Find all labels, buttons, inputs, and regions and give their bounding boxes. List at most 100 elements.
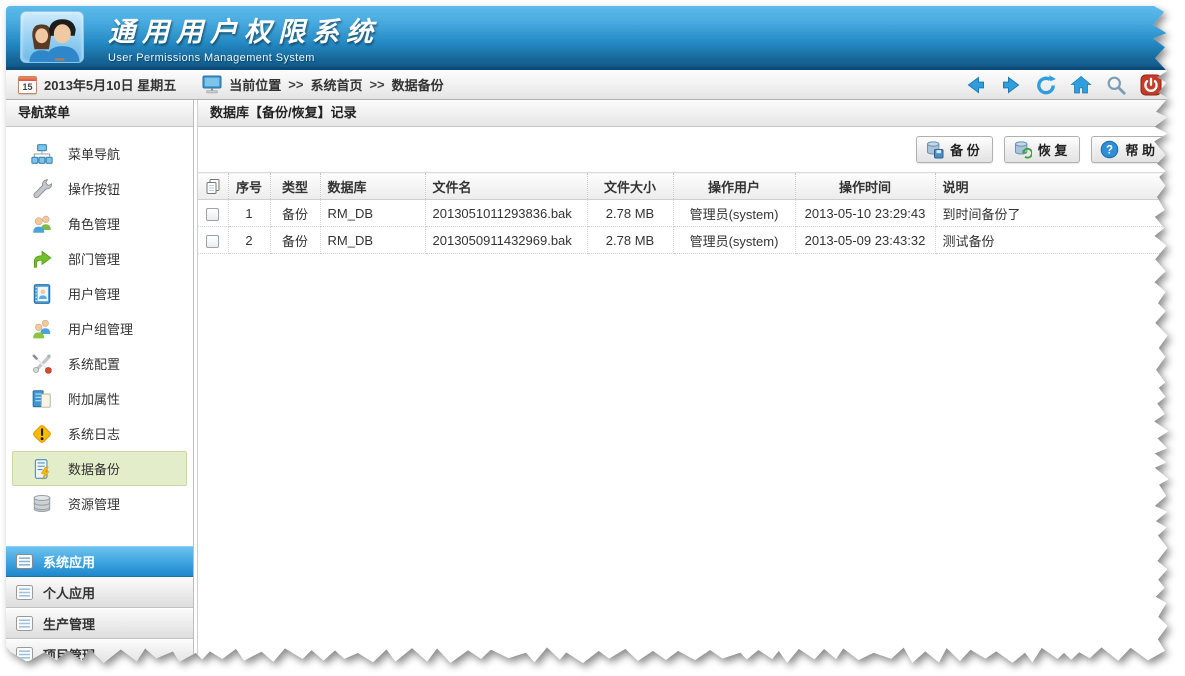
cell-filesize: 2.78 MB [587, 227, 673, 254]
backup-button-label: 备 份 [950, 140, 980, 159]
backup-db-icon [925, 140, 944, 159]
row-checkbox[interactable] [206, 235, 219, 248]
breadcrumb-separator: >> [288, 77, 303, 92]
back-icon[interactable] [965, 74, 987, 96]
nav-icon-group [965, 74, 1166, 96]
list-panel-icon [16, 647, 33, 662]
col-header-user[interactable]: 操作用户 [673, 173, 795, 200]
sidebar-title: 导航菜单 [6, 100, 193, 127]
cell-note: 到时间备份了 [935, 200, 1176, 227]
help-icon: ? [1100, 140, 1119, 159]
list-panel-icon [16, 585, 33, 600]
sidebar-item-additional-attributes[interactable]: 附加属性 [12, 381, 187, 416]
attributes-icon [31, 388, 53, 410]
sidebar: 导航菜单 菜单导航 [6, 100, 194, 670]
cell-database: RM_DB [320, 227, 425, 254]
app-subtitle: User Permissions Management System [108, 52, 380, 64]
wrench-icon [31, 178, 53, 200]
current-date: 2013年5月10日 星期五 [44, 75, 176, 94]
sidebar-item-label: 附加属性 [68, 389, 120, 408]
database-icon [31, 493, 53, 515]
accordion-section-label: 项目管理 [43, 645, 95, 664]
restore-button[interactable]: 恢 复 [1004, 136, 1081, 163]
breadcrumb-item-home[interactable]: 系统首页 [310, 75, 362, 94]
accordion-section-system-apps[interactable]: 系统应用 [6, 546, 193, 577]
sidebar-item-label: 系统日志 [68, 424, 120, 443]
cell-note: 测试备份 [935, 227, 1176, 254]
refresh-icon[interactable] [1035, 74, 1057, 96]
tools-icon [31, 353, 53, 375]
accordion-section-label: 生产管理 [43, 614, 95, 633]
sidebar-item-role-management[interactable]: 角色管理 [12, 206, 187, 241]
backup-records-table: 序号 类型 数据库 文件名 文件大小 操作用户 操作时间 说明 1 备份 [198, 172, 1176, 254]
col-header-filename[interactable]: 文件名 [425, 173, 587, 200]
row-checkbox[interactable] [206, 208, 219, 221]
cell-no: 2 [228, 227, 270, 254]
col-header-note[interactable]: 说明 [935, 173, 1176, 200]
cell-time: 2013-05-10 23:29:43 [795, 200, 935, 227]
svg-text:?: ? [1106, 145, 1113, 157]
two-users-logo-icon [20, 11, 84, 63]
list-panel-icon [16, 554, 33, 569]
sidebar-item-system-configuration[interactable]: 系统配置 [12, 346, 187, 381]
breadcrumb-item-current: 数据备份 [392, 75, 444, 94]
calendar-icon: 15 [18, 76, 37, 94]
sitemap-icon [31, 143, 53, 165]
breadcrumb-label: 当前位置 [229, 75, 281, 94]
accordion-section-personal-apps[interactable]: 个人应用 [6, 577, 193, 608]
cell-database: RM_DB [320, 200, 425, 227]
warning-icon [31, 423, 53, 445]
forward-icon[interactable] [1000, 74, 1022, 96]
main-content: 数据库【备份/恢复】记录 备 份 [197, 100, 1176, 670]
sidebar-item-label: 系统配置 [68, 354, 120, 373]
user-book-icon [31, 283, 53, 305]
department-arrow-icon [31, 248, 53, 270]
toolbar: 备 份 恢 复 [198, 127, 1176, 172]
col-header-no[interactable]: 序号 [228, 173, 270, 200]
cell-no: 1 [228, 200, 270, 227]
sidebar-item-operation-buttons[interactable]: 操作按钮 [12, 171, 187, 206]
sidebar-item-data-backup[interactable]: 数据备份 [12, 451, 187, 486]
backup-icon [31, 458, 53, 480]
sidebar-item-resource-management[interactable]: 资源管理 [12, 486, 187, 521]
accordion-section-project-management[interactable]: 项目管理 [6, 639, 193, 670]
accordion-section-label: 系统应用 [43, 552, 95, 571]
col-header-time[interactable]: 操作时间 [795, 173, 935, 200]
app-header: 通用用户权限系统 User Permissions Management Sys… [6, 6, 1176, 70]
col-header-type[interactable]: 类型 [270, 173, 320, 200]
backup-button[interactable]: 备 份 [916, 136, 993, 163]
select-all-icon[interactable] [205, 178, 221, 194]
home-icon[interactable] [1070, 74, 1092, 96]
app-title: 通用用户权限系统 [108, 10, 380, 49]
sidebar-item-label: 资源管理 [68, 494, 120, 513]
sidebar-item-user-management[interactable]: 用户管理 [12, 276, 187, 311]
list-panel-icon [16, 616, 33, 631]
sidebar-item-label: 数据备份 [68, 459, 120, 478]
cell-user: 管理员(system) [673, 227, 795, 254]
sidebar-item-department-management[interactable]: 部门管理 [12, 241, 187, 276]
accordion-section-label: 个人应用 [43, 583, 95, 602]
sidebar-item-label: 操作按钮 [68, 179, 120, 198]
cell-type: 备份 [270, 200, 320, 227]
breadcrumb-separator: >> [369, 77, 384, 92]
search-icon[interactable] [1105, 74, 1127, 96]
sidebar-item-system-logs[interactable]: 系统日志 [12, 416, 187, 451]
col-header-database[interactable]: 数据库 [320, 173, 425, 200]
power-icon[interactable] [1140, 74, 1162, 96]
col-header-filesize[interactable]: 文件大小 [587, 173, 673, 200]
breadcrumb: 当前位置 >> 系统首页 >> 数据备份 [202, 75, 443, 94]
torn-page-wrap: 通用用户权限系统 User Permissions Management Sys… [6, 6, 1176, 670]
status-bar: 15 2013年5月10日 星期五 当前位置 >> 系统首页 >> 数据备份 [6, 70, 1176, 100]
sidebar-item-menu-navigation[interactable]: 菜单导航 [12, 136, 187, 171]
user-group-icon [31, 318, 53, 340]
table-row[interactable]: 2 备份 RM_DB 2013050911432969.bak 2.78 MB … [198, 227, 1176, 254]
sidebar-item-label: 用户管理 [68, 284, 120, 303]
help-button[interactable]: ? 帮 助 [1091, 136, 1168, 163]
sidebar-item-label: 角色管理 [68, 214, 120, 233]
content-title: 数据库【备份/恢复】记录 [198, 100, 1176, 127]
table-header-row: 序号 类型 数据库 文件名 文件大小 操作用户 操作时间 说明 [198, 173, 1176, 200]
table-row[interactable]: 1 备份 RM_DB 2013051011293836.bak 2.78 MB … [198, 200, 1176, 227]
sidebar-item-user-group-management[interactable]: 用户组管理 [12, 311, 187, 346]
accordion-section-production-management[interactable]: 生产管理 [6, 608, 193, 639]
sidebar-nav-list: 菜单导航 操作按钮 [6, 127, 193, 546]
